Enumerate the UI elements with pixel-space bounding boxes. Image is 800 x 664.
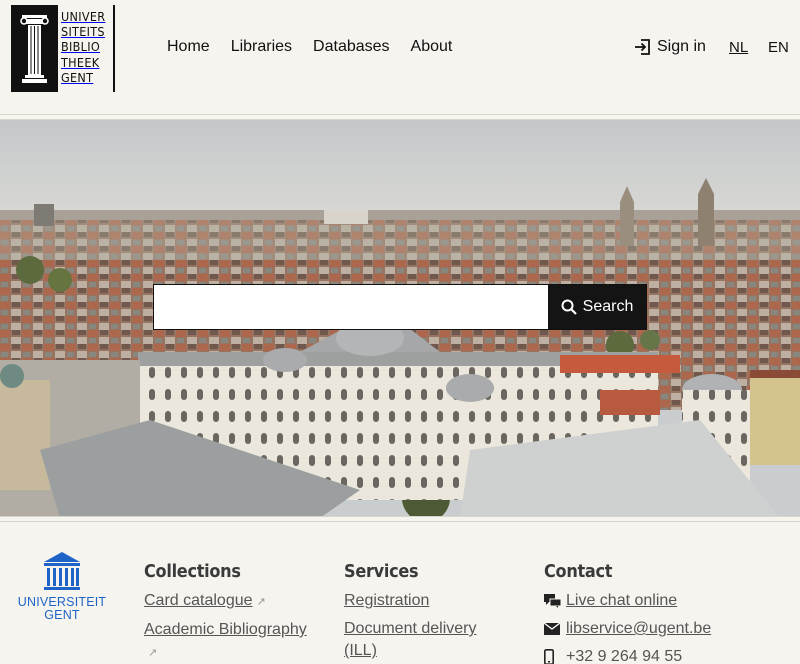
- chat-icon: [544, 594, 566, 608]
- search-button-label: Search: [582, 298, 634, 315]
- phone-row: +32 9 264 94 55: [544, 646, 794, 664]
- registration-link[interactable]: Registration: [344, 590, 534, 612]
- column-icon: [11, 5, 58, 92]
- search-icon: [561, 299, 577, 315]
- nav-item-about[interactable]: About: [411, 38, 453, 56]
- collections-heading: Collections: [144, 562, 241, 582]
- academic-bibliography-label: Academic Bibliography: [144, 621, 307, 638]
- services-heading: Services: [344, 562, 419, 582]
- contact-heading: Contact: [544, 562, 613, 582]
- footer-contact: Contact Live chat online libservice@ugen…: [544, 562, 794, 664]
- external-link-icon: ↗: [256, 596, 266, 608]
- footer-services: Services Registration Document delivery …: [344, 562, 534, 664]
- card-catalogue-link[interactable]: Card catalogue ↗: [144, 590, 334, 613]
- academic-bibliography-link[interactable]: Academic Bibliography ↗: [144, 619, 334, 664]
- phone-icon: [544, 649, 566, 664]
- external-link-icon: ↗: [148, 647, 158, 659]
- nav-item-libraries[interactable]: Libraries: [231, 38, 292, 56]
- logo-wordmark: UNIVER SITEITS BIBLIO THEEK GENT: [58, 5, 115, 92]
- email-link[interactable]: libservice@ugent.be: [566, 618, 711, 640]
- nav-item-databases[interactable]: Databases: [313, 38, 390, 56]
- live-chat-row: Live chat online: [544, 590, 794, 612]
- search-input[interactable]: [154, 285, 548, 329]
- envelope-icon: [544, 623, 566, 635]
- logo-line: UNIVER: [61, 9, 106, 24]
- card-catalogue-label: Card catalogue: [144, 592, 253, 609]
- footer: UNIVERSITEIT GENT Collections Card catal…: [0, 522, 800, 664]
- ugent-logo[interactable]: UNIVERSITEIT GENT: [14, 550, 110, 622]
- language-nl-link[interactable]: NL: [729, 39, 748, 56]
- library-logo[interactable]: UNIVER SITEITS BIBLIO THEEK GENT: [11, 5, 115, 92]
- sign-in-link[interactable]: Sign in: [634, 38, 706, 56]
- search-button[interactable]: Search: [548, 285, 646, 329]
- logo-line: SITEITS: [61, 24, 105, 40]
- header: UNIVER SITEITS BIBLIO THEEK GENT Home Li…: [0, 0, 800, 116]
- phone-number: +32 9 264 94 55: [566, 648, 683, 664]
- sign-in-icon: [635, 39, 650, 55]
- language-en-link[interactable]: EN: [768, 39, 789, 56]
- footer-collections: Collections Card catalogue ↗ Academic Bib…: [144, 562, 334, 664]
- live-chat-link[interactable]: Live chat online: [566, 590, 677, 612]
- logo-line: THEEK: [61, 54, 100, 70]
- nav-item-home[interactable]: Home: [167, 38, 210, 56]
- logo-line: BIBLIO: [61, 39, 100, 55]
- document-delivery-link[interactable]: Document delivery (ILL): [344, 618, 504, 662]
- sign-in-label: Sign in: [657, 38, 706, 55]
- ugent-logo-line: GENT: [44, 608, 80, 622]
- search-bar: Search: [153, 284, 647, 330]
- ugent-building-icon: [44, 552, 80, 590]
- main-nav: Home Libraries Databases About: [167, 38, 473, 56]
- email-row: libservice@ugent.be: [544, 618, 794, 640]
- logo-line: GENT: [61, 69, 94, 85]
